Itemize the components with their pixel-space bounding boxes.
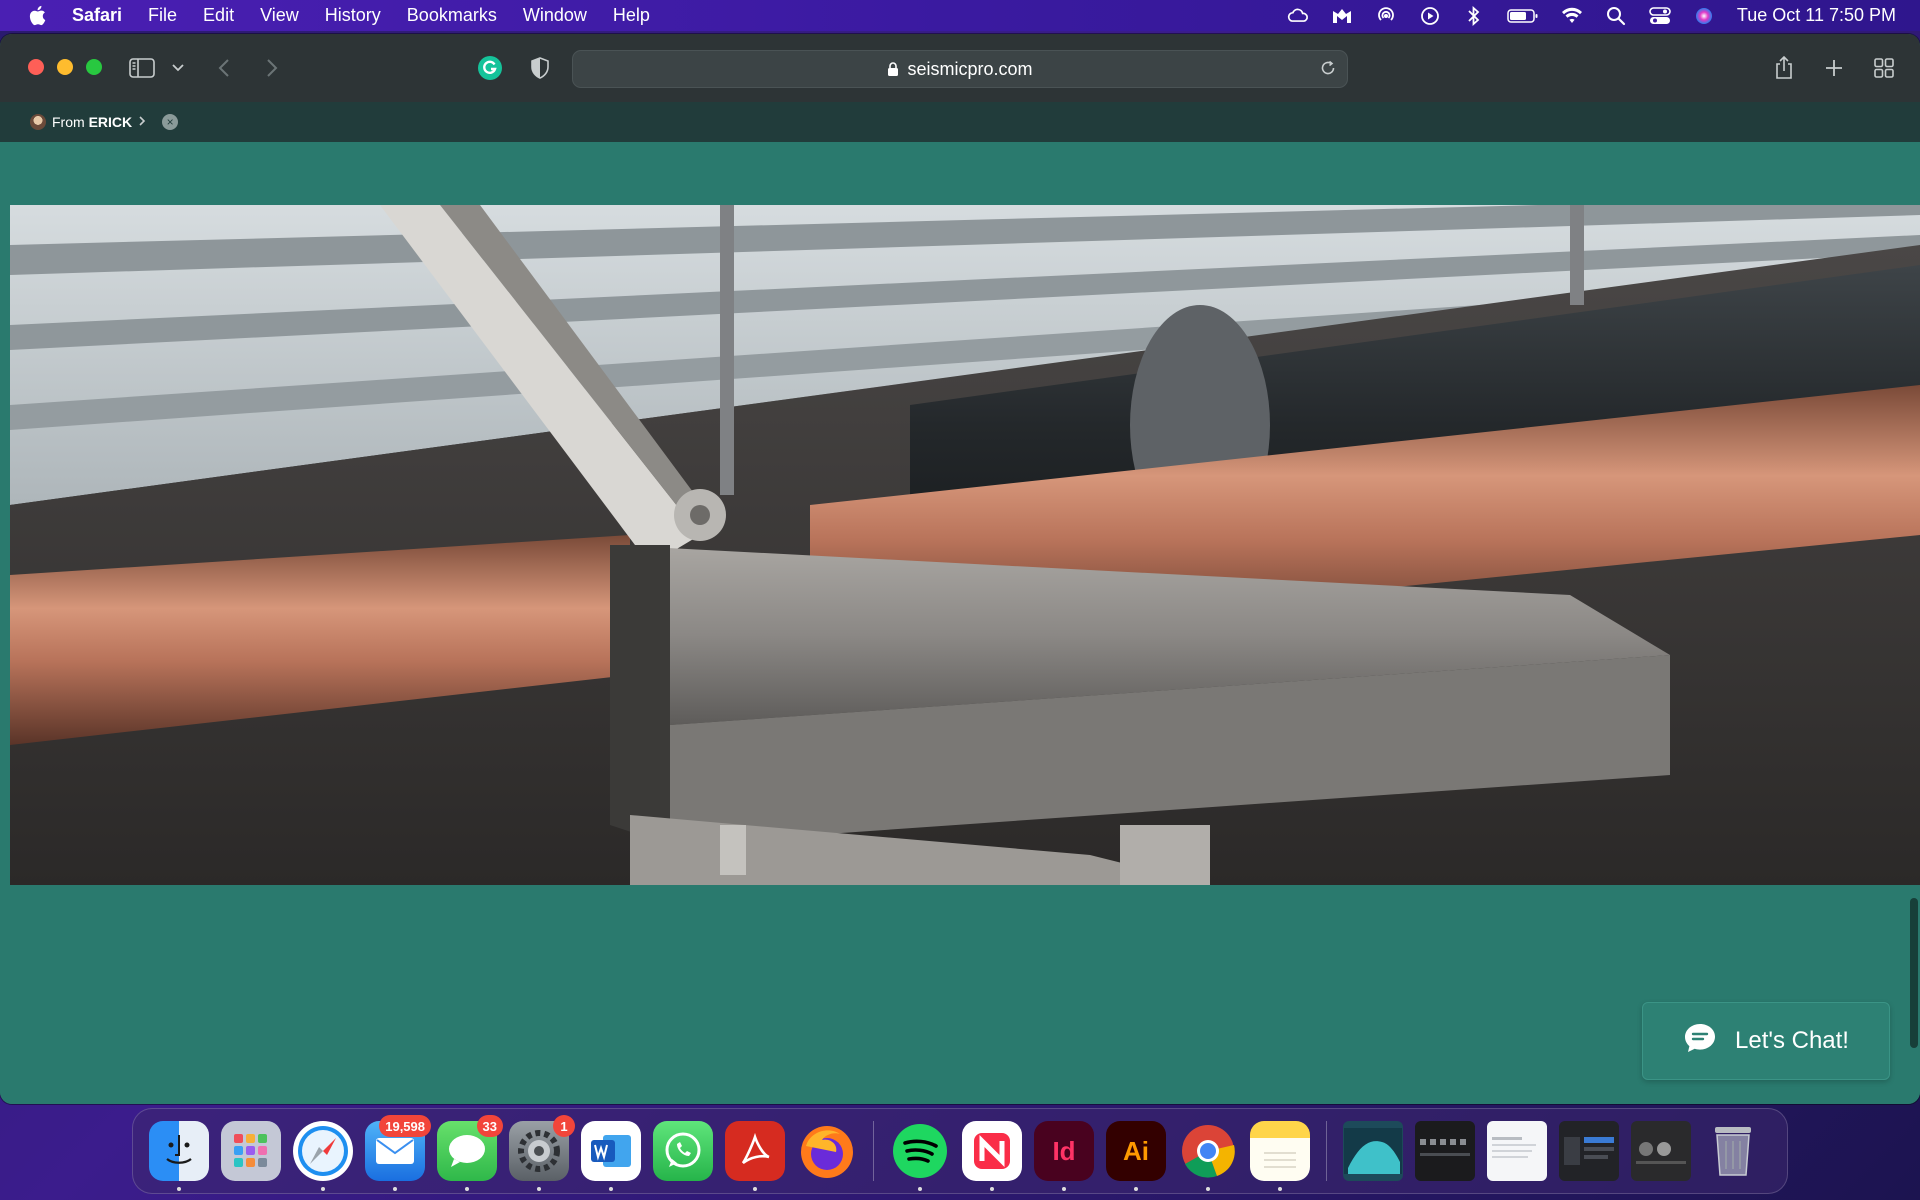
menu-file[interactable]: File — [148, 5, 177, 26]
menu-history[interactable]: History — [325, 5, 381, 26]
messages-icon[interactable]: 33 — [437, 1115, 503, 1191]
forward-button[interactable] — [262, 54, 282, 82]
word-icon[interactable] — [581, 1121, 641, 1191]
chat-button-label: Let's Chat! — [1735, 1027, 1849, 1054]
safari-icon[interactable] — [293, 1121, 353, 1191]
system-settings-icon[interactable]: 1 — [509, 1115, 575, 1191]
menu-help[interactable]: Help — [613, 5, 650, 26]
browser-toolbar: seismicpro.com — [0, 34, 1920, 102]
chevron-down-icon[interactable] — [170, 54, 186, 82]
menu-edit[interactable]: Edit — [203, 5, 234, 26]
menu-bookmarks[interactable]: Bookmarks — [407, 5, 497, 26]
dock: 19,598 33 1 Id Ai — [132, 1108, 1788, 1194]
zoom-window-button[interactable] — [86, 59, 102, 75]
mail-icon[interactable]: 19,598 — [365, 1115, 431, 1191]
trash-icon[interactable] — [1703, 1121, 1763, 1181]
finder-icon[interactable] — [149, 1121, 209, 1191]
tab-overview-icon[interactable] — [1872, 54, 1896, 82]
url-text: seismicpro.com — [907, 58, 1033, 79]
mail-badge: 19,598 — [379, 1115, 431, 1137]
sidebar-toggle-icon[interactable] — [128, 54, 156, 82]
airdrop-icon[interactable] — [1375, 6, 1397, 26]
minimized-window-thumbnail[interactable] — [1559, 1121, 1619, 1181]
reload-icon[interactable] — [1319, 59, 1337, 82]
minimized-window-thumbnail[interactable] — [1631, 1121, 1691, 1181]
shared-from-name: ERICK — [88, 114, 133, 130]
illustrator-icon[interactable]: Ai — [1106, 1121, 1166, 1191]
back-button[interactable] — [214, 54, 234, 82]
wifi-icon[interactable] — [1561, 6, 1583, 26]
minimize-window-button[interactable] — [57, 59, 73, 75]
malwarebytes-icon[interactable] — [1331, 6, 1353, 26]
window-controls — [28, 59, 102, 75]
messages-badge: 33 — [476, 1115, 503, 1137]
browser-window: seismicpro.com From ERICK × Let's Chat! — [0, 34, 1920, 1104]
battery-icon[interactable] — [1507, 6, 1539, 26]
minimized-window-thumbnail[interactable] — [1415, 1121, 1475, 1181]
web-page: Let's Chat! — [0, 142, 1920, 1104]
menu-window[interactable]: Window — [523, 5, 587, 26]
firefox-icon[interactable] — [797, 1121, 857, 1181]
lets-chat-button[interactable]: Let's Chat! — [1642, 1002, 1890, 1080]
recent-document-thumbnail[interactable] — [1343, 1121, 1403, 1181]
minimized-window-thumbnail[interactable] — [1487, 1121, 1547, 1181]
notes-icon[interactable] — [1250, 1121, 1310, 1191]
spotlight-search-icon[interactable] — [1605, 6, 1627, 26]
address-bar[interactable]: seismicpro.com — [572, 50, 1348, 88]
shared-from-label: From ERICK — [52, 114, 132, 130]
close-icon[interactable]: × — [162, 114, 179, 130]
chrome-icon[interactable] — [1178, 1121, 1238, 1191]
shared-with-you-bar: From ERICK × — [0, 102, 1920, 142]
chevron-right-icon — [138, 114, 146, 130]
hero-image — [10, 205, 1920, 885]
siri-icon[interactable] — [1693, 6, 1715, 26]
dock-separator — [873, 1121, 874, 1181]
lock-icon — [887, 61, 899, 77]
now-playing-icon[interactable] — [1419, 6, 1441, 26]
acrobat-icon[interactable] — [725, 1121, 785, 1191]
dock-separator — [1326, 1121, 1327, 1181]
avatar — [30, 114, 46, 130]
whatsapp-icon[interactable] — [653, 1121, 713, 1181]
cloud-sync-icon[interactable] — [1287, 6, 1309, 26]
shared-with-you-item[interactable]: From ERICK — [30, 114, 146, 130]
settings-badge: 1 — [553, 1115, 575, 1137]
privacy-shield-icon[interactable] — [528, 54, 552, 82]
new-tab-icon[interactable] — [1822, 54, 1846, 82]
close-window-button[interactable] — [28, 59, 44, 75]
chat-bubble-icon — [1683, 1022, 1717, 1061]
bluetooth-icon[interactable] — [1463, 5, 1485, 26]
share-icon[interactable] — [1772, 54, 1796, 82]
menu-app-name[interactable]: Safari — [72, 5, 122, 26]
launchpad-icon[interactable] — [221, 1121, 281, 1181]
indesign-icon[interactable]: Id — [1034, 1121, 1094, 1191]
news-icon[interactable] — [962, 1121, 1022, 1191]
menu-view[interactable]: View — [260, 5, 299, 26]
control-center-icon[interactable] — [1649, 6, 1671, 26]
menu-bar: Safari File Edit View History Bookmarks … — [0, 0, 1920, 31]
page-scrollbar[interactable] — [1910, 898, 1918, 1048]
menubar-clock[interactable]: Tue Oct 11 7:50 PM — [1737, 5, 1896, 26]
shared-from-prefix: From — [52, 114, 85, 130]
apple-menu-icon[interactable] — [26, 5, 48, 26]
spotify-icon[interactable] — [890, 1121, 950, 1191]
grammarly-extension-icon[interactable] — [476, 54, 504, 82]
